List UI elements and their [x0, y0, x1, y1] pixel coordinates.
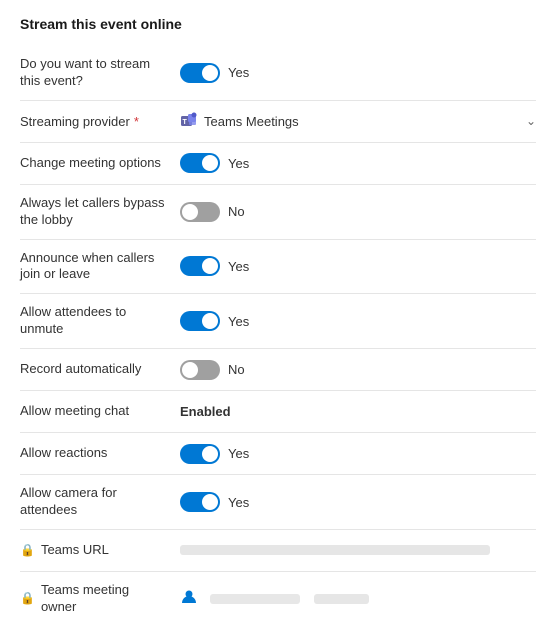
toggle-label-camera: Yes [228, 495, 249, 510]
toggle-allow-unmute[interactable] [180, 311, 220, 331]
value-allow-camera: Yes [180, 492, 536, 512]
provider-name-text: Teams Meetings [204, 114, 299, 129]
owner-name-blurred [210, 594, 300, 604]
label-allow-chat: Allow meeting chat [20, 403, 180, 420]
label-allow-unmute: Allow attendees to unmute [20, 304, 180, 338]
label-announce-callers: Announce when callers join or leave [20, 250, 180, 284]
label-bypass-lobby: Always let callers bypass the lobby [20, 195, 180, 229]
row-streaming-provider: Streaming provider * T Teams Meetings ⌄ [20, 101, 536, 143]
toggle-label-record: No [228, 362, 245, 377]
row-allow-reactions: Allow reactions Yes [20, 433, 536, 475]
toggle-knob-reactions [202, 446, 218, 462]
row-allow-camera: Allow camera for attendees Yes [20, 475, 536, 530]
panel-title: Stream this event online [20, 16, 536, 32]
label-change-meeting-options: Change meeting options [20, 155, 180, 172]
teams-url-blurred [180, 545, 490, 555]
person-icon [180, 588, 198, 610]
value-allow-reactions: Yes [180, 444, 536, 464]
value-stream-event: Yes [180, 63, 536, 83]
label-stream-event: Do you want to stream this event? [20, 56, 180, 90]
row-change-meeting-options: Change meeting options Yes [20, 143, 536, 185]
toggle-label-announce: Yes [228, 259, 249, 274]
toggle-stream-event[interactable] [180, 63, 220, 83]
row-teams-url: 🔒 Teams URL [20, 530, 536, 572]
label-streaming-provider: Streaming provider * [20, 114, 180, 129]
toggle-label-meeting-options: Yes [228, 156, 249, 171]
chevron-down-icon[interactable]: ⌄ [526, 114, 536, 128]
toggle-knob-meeting-options [202, 155, 218, 171]
toggle-knob-stream-event [202, 65, 218, 81]
toggle-knob-announce [202, 258, 218, 274]
row-record-automatically: Record automatically No [20, 349, 536, 391]
toggle-label-stream-event: Yes [228, 65, 249, 80]
toggle-announce-callers[interactable] [180, 256, 220, 276]
value-change-meeting-options: Yes [180, 153, 536, 173]
owner-name-blurred-2 [314, 594, 369, 604]
value-streaming-provider[interactable]: T Teams Meetings ⌄ [180, 112, 536, 130]
row-stream-event: Do you want to stream this event? Yes [20, 46, 536, 101]
toggle-label-bypass-lobby: No [228, 204, 245, 219]
row-allow-chat: Allow meeting chat Enabled [20, 391, 536, 433]
stream-event-panel: Stream this event online Do you want to … [0, 0, 556, 642]
toggle-record-automatically[interactable] [180, 360, 220, 380]
toggle-label-unmute: Yes [228, 314, 249, 329]
toggle-knob-unmute [202, 313, 218, 329]
value-allow-chat: Enabled [180, 404, 536, 419]
lock-icon-url: 🔒 [20, 543, 35, 559]
svg-text:T: T [183, 119, 188, 126]
toggle-change-meeting-options[interactable] [180, 153, 220, 173]
row-announce-callers: Announce when callers join or leave Yes [20, 240, 536, 295]
label-allow-reactions: Allow reactions [20, 445, 180, 462]
provider-name: T Teams Meetings [180, 112, 299, 130]
lock-icon-owner: 🔒 [20, 591, 35, 607]
chat-status-text: Enabled [180, 404, 231, 419]
row-teams-owner: 🔒 Teams meeting owner [20, 572, 536, 626]
value-record-automatically: No [180, 360, 536, 380]
value-teams-owner [180, 588, 536, 610]
toggle-label-reactions: Yes [228, 446, 249, 461]
label-record-automatically: Record automatically [20, 361, 180, 378]
toggle-bypass-lobby[interactable] [180, 202, 220, 222]
toggle-knob-record [182, 362, 198, 378]
row-bypass-lobby: Always let callers bypass the lobby No [20, 185, 536, 240]
toggle-allow-reactions[interactable] [180, 444, 220, 464]
toggle-allow-camera[interactable] [180, 492, 220, 512]
label-teams-owner: 🔒 Teams meeting owner [20, 582, 180, 616]
value-bypass-lobby: No [180, 202, 536, 222]
toggle-knob-camera [202, 494, 218, 510]
toggle-knob-bypass-lobby [182, 204, 198, 220]
value-allow-unmute: Yes [180, 311, 536, 331]
label-allow-camera: Allow camera for attendees [20, 485, 180, 519]
row-allow-unmute: Allow attendees to unmute Yes [20, 294, 536, 349]
label-teams-url: 🔒 Teams URL [20, 542, 180, 559]
teams-meetings-icon: T [180, 112, 198, 130]
value-announce-callers: Yes [180, 256, 536, 276]
required-star: * [134, 114, 139, 129]
value-teams-url [180, 545, 536, 555]
